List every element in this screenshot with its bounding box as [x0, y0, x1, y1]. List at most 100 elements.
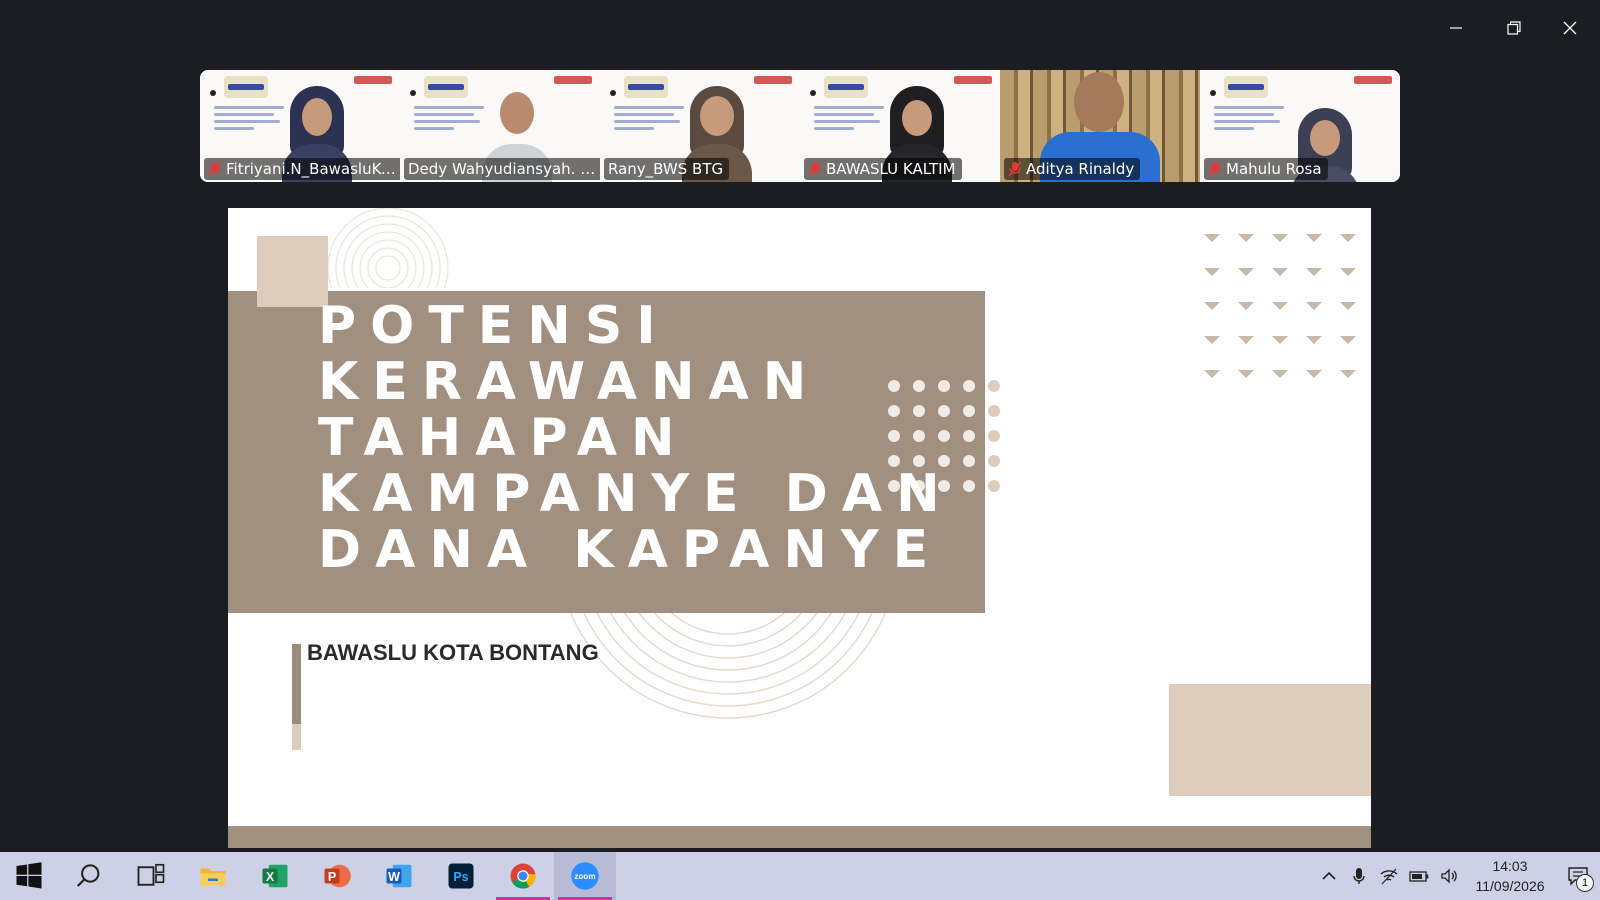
participant-tile-6[interactable]: Mahulu Rosa	[1200, 70, 1400, 182]
mic-muted-icon	[208, 161, 222, 177]
chevron-up-icon	[1322, 871, 1336, 880]
triangle-mark	[1204, 234, 1220, 242]
restore-button[interactable]	[1494, 14, 1534, 42]
participant-name: Aditya Rinaldy	[1026, 160, 1135, 178]
triangle-mark	[1340, 234, 1356, 242]
battery-tray-button[interactable]	[1404, 852, 1434, 900]
task-view-button[interactable]	[120, 852, 182, 900]
pojok-literasi-logo	[624, 76, 668, 98]
battery-icon	[1409, 871, 1429, 882]
slide-text-lines	[414, 106, 484, 134]
triangle-mark	[1306, 234, 1322, 242]
participant-name-label: Fitriyani.N_BawasluKu...	[204, 158, 400, 180]
clock-time: 14:03	[1492, 858, 1528, 874]
participant-name-label: Rany_BWS BTG	[604, 158, 730, 180]
slide-text-lines	[214, 106, 284, 134]
dot-mark	[988, 430, 1000, 442]
participant-tile-2[interactable]: Dedy Wahyudiansyah. SE....	[400, 70, 600, 182]
bawaslu-logo	[554, 76, 592, 84]
photoshop-icon: Ps	[448, 863, 474, 889]
powerpoint-letter: P	[328, 870, 336, 884]
file-explorer-button[interactable]	[182, 852, 244, 900]
start-icon	[16, 862, 42, 889]
pojok-literasi-logo	[224, 76, 268, 98]
pojok-literasi-logo	[824, 76, 868, 98]
photoshop-label: Ps	[453, 870, 468, 884]
triangle-mark	[1306, 302, 1322, 310]
dot-mark	[963, 455, 975, 467]
dot-mark	[963, 405, 975, 417]
start-button[interactable]	[0, 852, 58, 900]
show-hidden-icons-button[interactable]	[1314, 852, 1344, 900]
system-tray: 14:03 11/09/2026 1	[1314, 852, 1600, 900]
participant-tile-5[interactable]: Aditya Rinaldy	[1000, 70, 1200, 182]
triangle-mark	[1340, 370, 1356, 378]
zoom-button[interactable]: zoom	[554, 852, 616, 900]
pojok-literasi-logo	[424, 76, 468, 98]
chrome-button[interactable]	[492, 852, 554, 900]
participant-name-label: Aditya Rinaldy	[1004, 158, 1141, 180]
dot-mark	[988, 480, 1000, 492]
slide-text-lines	[614, 106, 684, 134]
participant-name: Dedy Wahyudiansyah. SE....	[408, 160, 600, 178]
notification-center-button[interactable]: 1	[1556, 852, 1600, 900]
chrome-icon	[510, 863, 536, 889]
word-button[interactable]: W	[368, 852, 430, 900]
triangle-mark	[1272, 302, 1288, 310]
file-explorer-icon	[200, 868, 226, 886]
slide-bullet	[810, 90, 816, 96]
clock[interactable]: 14:03 11/09/2026	[1464, 852, 1556, 900]
zoom-label: zoom	[574, 872, 595, 881]
triangle-mark	[1238, 336, 1254, 344]
volume-tray-button[interactable]	[1434, 852, 1464, 900]
word-icon: W	[386, 864, 412, 888]
dot-mark	[988, 405, 1000, 417]
slide-bullet	[1210, 90, 1216, 96]
participant-name: Fitriyani.N_BawasluKu...	[226, 160, 400, 178]
triangle-mark	[1238, 302, 1254, 310]
search-button[interactable]	[58, 852, 120, 900]
concentric-circles-decoration	[328, 208, 449, 288]
participant-tile-1[interactable]: Fitriyani.N_BawasluKu...	[200, 70, 400, 182]
triangle-mark	[1204, 268, 1220, 276]
excel-letter: X	[266, 870, 275, 884]
powerpoint-icon: P	[324, 864, 351, 888]
microphone-tray-button[interactable]	[1344, 852, 1374, 900]
excel-button[interactable]: X	[244, 852, 306, 900]
shared-screen-slide: POTENSI KERAWANAN TAHAPAN KAMPANYE DAN D…	[228, 208, 1371, 848]
minimize-icon	[1450, 27, 1462, 29]
slide-subtitle: BAWASLU KOTA BONTANG	[307, 640, 599, 665]
close-button[interactable]	[1550, 14, 1590, 42]
dot-mark	[988, 455, 1000, 467]
triangle-mark	[1204, 336, 1220, 344]
slide-text-lines	[1214, 106, 1284, 134]
triangle-mark	[1306, 336, 1322, 344]
powerpoint-button[interactable]: P	[306, 852, 368, 900]
triangle-mark	[1204, 370, 1220, 378]
triangle-mark	[1238, 268, 1254, 276]
taskbar: X P W Ps zoom 14:03 11/09/2026 1	[0, 852, 1600, 900]
network-tray-button[interactable]	[1374, 852, 1404, 900]
participant-name: Rany_BWS BTG	[608, 160, 724, 178]
restore-icon	[1507, 21, 1521, 35]
bawaslu-logo	[354, 76, 392, 84]
participant-tile-4[interactable]: BAWASLU KALTIM	[800, 70, 1000, 182]
participant-name-label: BAWASLU KALTIM	[804, 158, 962, 180]
photoshop-button[interactable]: Ps	[430, 852, 492, 900]
mic-muted-icon	[1208, 161, 1222, 177]
word-letter: W	[388, 870, 400, 884]
participant-name: Mahulu Rosa	[1226, 160, 1322, 178]
participant-name: BAWASLU KALTIM	[826, 160, 956, 178]
microphone-icon	[1353, 868, 1365, 884]
bottom-band	[228, 826, 1371, 848]
notification-count-badge: 1	[1576, 874, 1594, 892]
slide-bullet	[610, 90, 616, 96]
minimize-button[interactable]	[1436, 14, 1476, 42]
triangle-mark	[1340, 268, 1356, 276]
participant-video	[1040, 70, 1160, 182]
clock-date: 11/09/2026	[1475, 878, 1545, 894]
bawaslu-logo	[1354, 76, 1392, 84]
participant-tile-3-active-speaker[interactable]: Rany_BWS BTG	[600, 70, 800, 182]
excel-icon: X	[262, 864, 288, 888]
triangle-mark	[1306, 268, 1322, 276]
